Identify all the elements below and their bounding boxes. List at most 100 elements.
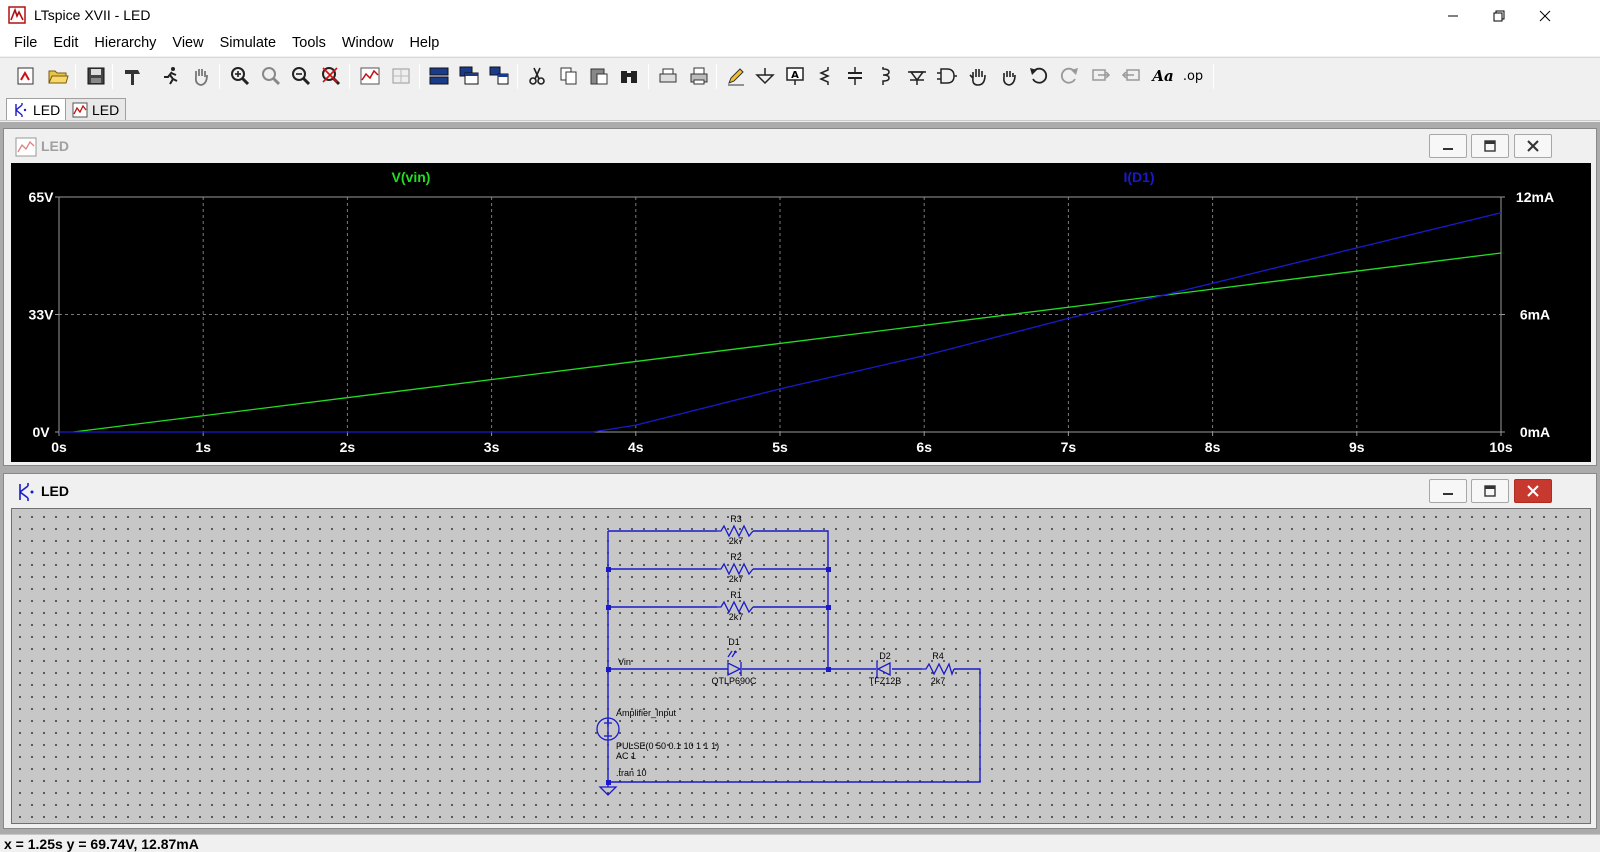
magnifier-icon — [262, 67, 281, 86]
menu-simulate[interactable]: Simulate — [212, 31, 284, 56]
printer-setup-icon — [659, 68, 677, 83]
menu-view[interactable]: View — [164, 31, 211, 56]
resistor-r1[interactable] — [717, 600, 754, 614]
wire-r3-right[interactable] — [753, 530, 829, 669]
resistor-r3[interactable] — [717, 524, 754, 538]
zoom-out-button[interactable] — [288, 63, 314, 89]
restore-button[interactable] — [1476, 0, 1522, 31]
d2-value: TFZ12B — [869, 676, 902, 686]
junction-dot — [826, 567, 831, 572]
waveform-maximize-button[interactable] — [1471, 134, 1509, 158]
wire-r4-return[interactable] — [608, 668, 981, 783]
zoom-in-button[interactable] — [227, 63, 253, 89]
r4-name: R4 — [932, 651, 944, 661]
menu-help[interactable]: Help — [401, 31, 447, 56]
copy-icon — [560, 67, 577, 85]
fft-button[interactable] — [388, 63, 414, 89]
resistor-r2[interactable] — [717, 562, 754, 576]
capacitor-button[interactable] — [842, 63, 868, 89]
printer-icon — [690, 67, 708, 85]
r3-value: 2k7 — [729, 536, 744, 546]
waveform-chart[interactable]: 0s 1s 2s 3s 4s 5s 6s 7s 8s 9s 10s 0V 0mA 33V 6mA 65V 12m… — [11, 163, 1591, 462]
legend-id1[interactable]: I(D1) — [1123, 169, 1154, 185]
spice-directive-button[interactable]: .op — [1180, 63, 1206, 89]
junction-dot — [826, 667, 831, 672]
tab-schematic[interactable]: LED — [6, 98, 68, 120]
schematic-drawing[interactable]: R3 2k7 R2 2k7 R1 2k7 D1 QTLP690C D2 TFZ1… — [12, 509, 1590, 823]
minimize-button[interactable] — [1430, 0, 1476, 31]
mirror-button[interactable] — [1118, 63, 1144, 89]
text-button[interactable]: Aa — [1150, 63, 1176, 89]
find-button[interactable] — [616, 63, 642, 89]
component-button[interactable] — [934, 63, 960, 89]
save-button[interactable] — [83, 63, 109, 89]
schematic-close-button[interactable] — [1514, 479, 1552, 503]
redo-button[interactable] — [1056, 63, 1082, 89]
waveform-window-titlebar[interactable]: LED — [4, 129, 1596, 163]
source-pulse[interactable]: PULSE(0 50 0.1 10 1 1 1) — [616, 741, 719, 751]
series-vvin-trace[interactable] — [73, 252, 1502, 433]
print-button[interactable] — [686, 63, 712, 89]
tile-horizontal-button[interactable] — [426, 63, 452, 89]
toolbar-separator — [1213, 64, 1214, 89]
d1-value: QTLP690C — [711, 676, 757, 686]
control-panel-button[interactable] — [120, 63, 146, 89]
menu-edit[interactable]: Edit — [45, 31, 86, 56]
source-ac[interactable]: AC 1 — [616, 751, 636, 761]
net-label-icon: A — [786, 67, 804, 85]
hand-icon — [194, 69, 208, 86]
waveform-minimize-button[interactable] — [1429, 134, 1467, 158]
schematic-window-title: LED — [41, 483, 69, 499]
zener-d2[interactable] — [876, 660, 891, 678]
move-button[interactable] — [965, 63, 991, 89]
menu-file[interactable]: File — [6, 31, 45, 56]
schematic-window-titlebar[interactable]: LED — [4, 474, 1596, 508]
halt-button[interactable] — [188, 63, 214, 89]
new-schematic-button[interactable] — [13, 63, 39, 89]
led-d1[interactable] — [727, 650, 742, 677]
font-label: Aa — [1152, 67, 1174, 85]
source-name: Amplifier_Input — [616, 708, 677, 718]
rotate-button[interactable] — [1088, 63, 1114, 89]
menu-hierarchy[interactable]: Hierarchy — [86, 31, 164, 56]
legend-vvin[interactable]: V(vin) — [392, 169, 431, 185]
cut-button[interactable] — [524, 63, 550, 89]
print-setup-button[interactable] — [655, 63, 681, 89]
waveform-plot[interactable]: 0s 1s 2s 3s 4s 5s 6s 7s 8s 9s 10s 0V 0mA 33V 6mA 65V 12m… — [11, 163, 1591, 462]
autorange-button[interactable] — [357, 63, 383, 89]
schematic-minimize-button[interactable] — [1429, 479, 1467, 503]
resistor-r4[interactable] — [922, 662, 955, 676]
x-tick-label: 10s — [1489, 439, 1513, 455]
diode-button[interactable] — [904, 63, 930, 89]
junction-dot — [606, 780, 611, 785]
resistor-button[interactable] — [812, 63, 838, 89]
redo-icon — [1060, 67, 1078, 84]
pan-button[interactable] — [258, 63, 284, 89]
tab-waveform[interactable]: LED — [65, 98, 127, 120]
paste-button[interactable] — [586, 63, 612, 89]
copy-button[interactable] — [556, 63, 582, 89]
run-button[interactable] — [158, 63, 184, 89]
draw-wire-button[interactable] — [723, 63, 749, 89]
label-net-button[interactable]: A — [782, 63, 808, 89]
menu-window[interactable]: Window — [334, 31, 402, 56]
drag-button[interactable] — [996, 63, 1022, 89]
inductor-icon — [882, 67, 890, 85]
ground-button[interactable] — [752, 63, 778, 89]
cascade-button[interactable] — [456, 63, 482, 89]
tile-vertical-button[interactable] — [486, 63, 512, 89]
tab-waveform-label: LED — [92, 101, 120, 118]
undo-button[interactable] — [1026, 63, 1052, 89]
inductor-button[interactable] — [872, 63, 898, 89]
close-button[interactable] — [1522, 0, 1568, 31]
open-button[interactable] — [45, 63, 71, 89]
close-icon — [1539, 10, 1551, 21]
net-label-vin[interactable]: Vin — [618, 657, 631, 667]
menu-tools[interactable]: Tools — [284, 31, 334, 56]
waveform-close-button[interactable] — [1514, 134, 1552, 158]
schematic-icon — [15, 102, 27, 117]
zoom-fit-button[interactable] — [318, 63, 344, 89]
schematic-canvas[interactable]: R3 2k7 R2 2k7 R1 2k7 D1 QTLP690C D2 TFZ1… — [11, 508, 1591, 824]
spice-directive[interactable]: .tran 10 — [616, 768, 647, 778]
schematic-maximize-button[interactable] — [1471, 479, 1509, 503]
